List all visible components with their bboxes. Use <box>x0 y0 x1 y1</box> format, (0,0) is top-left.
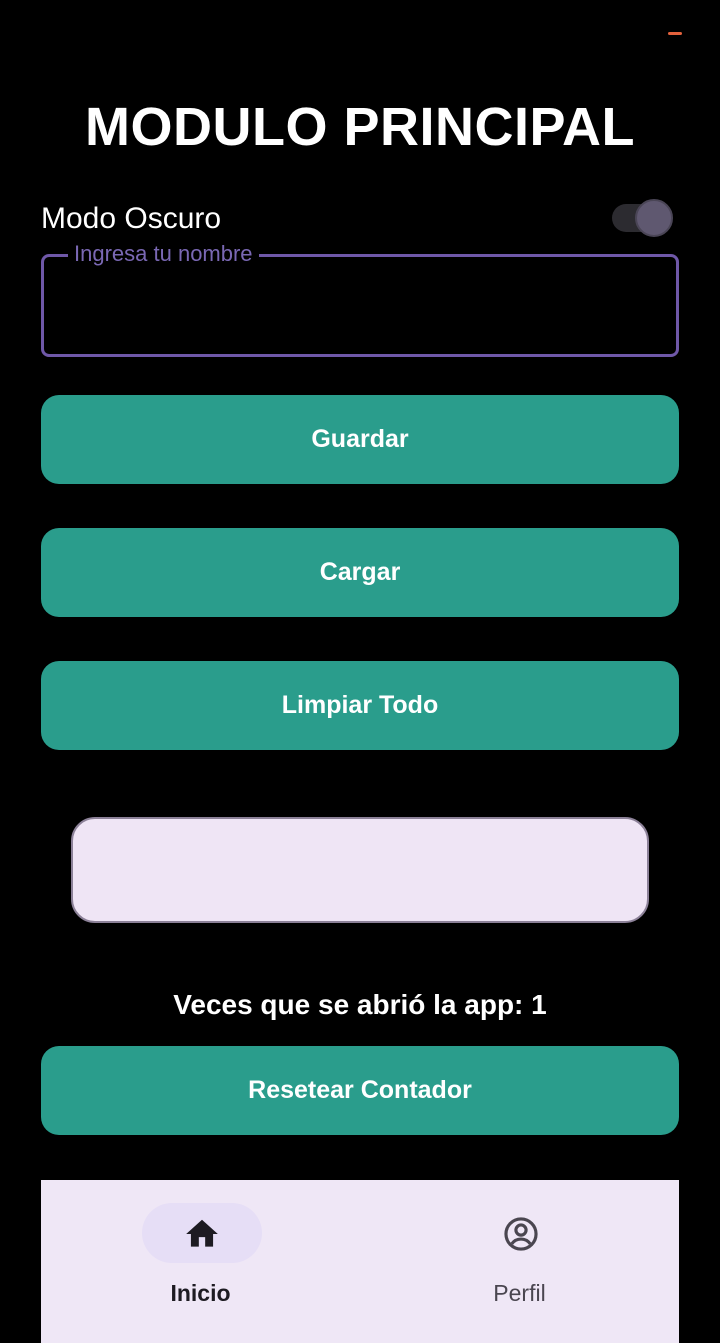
open-counter-text: Veces que se abrió la app: 1 <box>173 989 547 1020</box>
bottom-navigation: Inicio Perfil <box>41 1180 679 1343</box>
name-field-label: Ingresa tu nombre <box>68 240 259 268</box>
dark-mode-label: Modo Oscuro <box>41 202 222 235</box>
load-button[interactable]: Cargar <box>41 528 679 617</box>
reset-counter-button[interactable]: Resetear Contador <box>41 1046 679 1135</box>
switch-thumb <box>635 199 673 237</box>
status-bar-indicator <box>668 32 682 35</box>
clear-all-button[interactable]: Limpiar Todo <box>41 661 679 750</box>
nav-item-perfil[interactable]: Perfil <box>360 1180 679 1343</box>
result-display <box>71 817 649 923</box>
nav-label-inicio: Inicio <box>170 1280 231 1306</box>
save-button[interactable]: Guardar <box>41 395 679 484</box>
name-input[interactable] <box>62 285 662 331</box>
page-title: MODULO PRINCIPAL <box>85 97 635 157</box>
nav-label-perfil: Perfil <box>493 1280 546 1306</box>
dark-mode-row: Modo Oscuro <box>41 196 679 242</box>
account-circle-icon <box>504 1217 538 1251</box>
dark-mode-switch[interactable] <box>612 199 673 237</box>
name-field[interactable]: Ingresa tu nombre <box>41 240 679 357</box>
home-icon <box>186 1219 218 1247</box>
nav-item-inicio[interactable]: Inicio <box>41 1180 360 1343</box>
app-screen: MODULO PRINCIPAL Modo Oscuro Ingresa tu … <box>0 0 720 1343</box>
